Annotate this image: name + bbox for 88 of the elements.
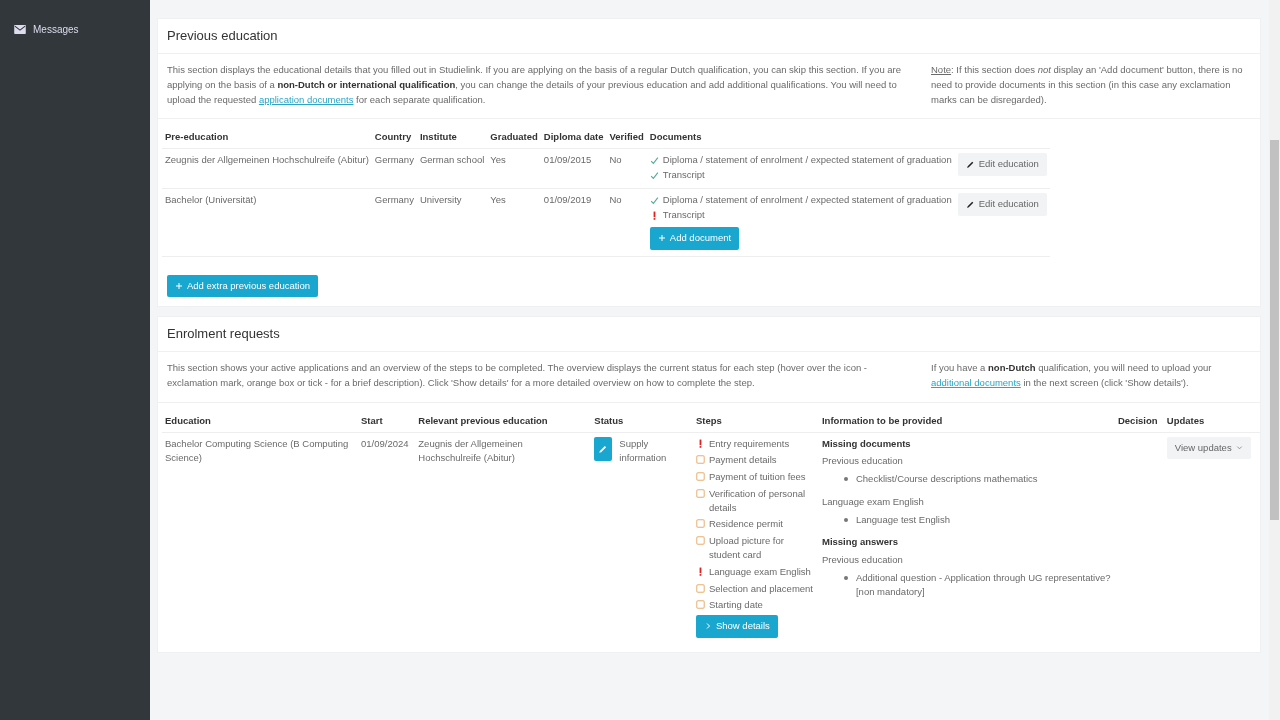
checkbox-icon bbox=[695, 583, 705, 593]
step-label: Starting date bbox=[708, 598, 763, 613]
step-label: Payment details bbox=[708, 453, 777, 468]
column-header: Information to be provided bbox=[818, 410, 1115, 433]
link[interactable]: application documents bbox=[258, 93, 354, 105]
step-label: Residence permit bbox=[708, 517, 783, 532]
column-header: Institute bbox=[416, 127, 488, 149]
link[interactable]: additional documents bbox=[931, 377, 1021, 389]
pencil-icon bbox=[598, 443, 609, 454]
table-cell: No bbox=[606, 188, 647, 257]
edit-button[interactable]: Edit education bbox=[957, 153, 1047, 176]
column-header: Decision bbox=[1114, 410, 1164, 433]
table-cell: German school bbox=[416, 148, 488, 189]
envelope-icon bbox=[14, 25, 26, 34]
step-label: Verification of personal details bbox=[708, 486, 807, 515]
scrollbar-thumb[interactable] bbox=[1270, 140, 1279, 520]
document-label: Transcript bbox=[662, 208, 705, 223]
check-icon bbox=[649, 196, 659, 206]
table-cell: Germany bbox=[371, 148, 417, 189]
column-header: Status bbox=[591, 410, 693, 433]
checkbox-icon bbox=[695, 519, 705, 529]
checkbox-icon bbox=[695, 455, 705, 465]
checkbox-icon bbox=[695, 536, 705, 546]
info-item: Checklist/Course descriptions mathematics bbox=[855, 472, 1038, 487]
info-item: Additional question - Application through UG representative? [non mandatory] bbox=[855, 570, 1112, 600]
info-item: Language test English bbox=[855, 512, 950, 527]
pencil-icon bbox=[965, 200, 975, 210]
column-header: Verified bbox=[606, 127, 647, 149]
column-header: Country bbox=[371, 127, 417, 149]
table-cell: No bbox=[606, 148, 647, 189]
table-cell: Bachelor (Universität) bbox=[162, 188, 372, 257]
table-cell: Yes bbox=[487, 188, 541, 257]
step-label: Entry requirements bbox=[708, 436, 790, 451]
add-document-button[interactable]: Add document bbox=[649, 226, 740, 250]
pencil-icon bbox=[965, 159, 975, 169]
edit-button[interactable]: Edit education bbox=[957, 193, 1047, 217]
column-header: Steps bbox=[692, 410, 819, 433]
step-label: Payment of tuition fees bbox=[708, 470, 806, 484]
bullet-icon bbox=[843, 575, 848, 580]
table-cell: Bachelor Computing Science (B Computing Science) bbox=[162, 432, 358, 644]
step-label: Selection and placement bbox=[708, 581, 813, 596]
document-label: Transcript bbox=[662, 167, 705, 182]
view-updates-button[interactable]: View updates bbox=[1166, 436, 1251, 460]
table-cell: Zeugnis der Allgemeinen Hochschulreife (Abitur) bbox=[162, 148, 372, 189]
sidebar-item[interactable]: Messages bbox=[0, 24, 150, 35]
note-text: If you have a non-Dutch qualification, you will need to upload your additional documents in the next screen (click 'Show details'). bbox=[931, 361, 1213, 391]
section-description: This section shows your active applications and an overview of the steps to be completed. The overview displays the current status for each step (hover over the icon - exclamation mark, orange box or tick - for a brief description). Click 'Show details' for a more detailed overview on how to complete the step. bbox=[167, 361, 869, 391]
column-header: Relevant previous education bbox=[415, 410, 592, 433]
status-text: Supply information bbox=[619, 436, 668, 466]
note-text: Note: If this section does not display an 'Add document' button, there is no need to provide documents in this section (in this case any exclamation marks can be disregarded). bbox=[931, 63, 1244, 107]
document-label: Diploma / statement of enrolment / expected statement of graduation bbox=[662, 193, 952, 208]
section-title: Previous education bbox=[158, 19, 1260, 55]
plus-icon bbox=[175, 281, 183, 290]
column-header: Start bbox=[358, 410, 416, 433]
scrollbar[interactable] bbox=[1269, 0, 1280, 720]
column-header: Documents bbox=[646, 127, 955, 149]
section-title: Enrolment requests bbox=[158, 317, 1260, 353]
show-details-button[interactable]: Show details bbox=[695, 615, 778, 638]
info-heading: Missing documents bbox=[821, 436, 912, 451]
checkbox-icon bbox=[695, 600, 705, 610]
column-header: Diploma date bbox=[540, 127, 607, 149]
step-label: Upload picture for student card bbox=[708, 534, 785, 562]
document-label: Diploma / statement of enrolment / expected statement of graduation bbox=[662, 153, 952, 167]
checkbox-icon bbox=[695, 488, 705, 498]
table-cell: Germany bbox=[371, 188, 417, 257]
bullet-icon bbox=[843, 517, 848, 522]
table-cell: 01/09/2015 bbox=[540, 148, 607, 189]
add-education-button[interactable]: Add extra previous education bbox=[167, 274, 319, 298]
table-cell: 01/09/2024 bbox=[358, 432, 416, 644]
plus-icon bbox=[657, 234, 666, 243]
column-header: Education bbox=[162, 410, 358, 433]
step-label: Language exam English bbox=[708, 564, 811, 579]
info-group-title: Previous education bbox=[821, 552, 904, 567]
table-cell: University bbox=[416, 188, 488, 257]
bullet-icon bbox=[843, 477, 848, 482]
info-heading: Missing answers bbox=[821, 535, 899, 550]
caret-icon bbox=[1235, 444, 1243, 452]
info-group-title: Language exam English bbox=[821, 494, 925, 509]
checkbox-icon bbox=[695, 472, 705, 482]
table-cell: Yes bbox=[487, 148, 541, 189]
section-description: This section displays the educational details that you filled out in Studielink. If you are applying on the basis of a regular Dutch qualification, you can skip this section. If you are applying on the basis of a non-Dutch or international qualification, you can change the details of your previous education and add additional qualifications. You will need to upload the requested application documents for each separate qualification. bbox=[167, 63, 903, 107]
table-cell: 01/09/2019 bbox=[540, 188, 607, 257]
column-header: Graduated bbox=[487, 127, 541, 149]
column-header: Updates bbox=[1163, 410, 1260, 433]
table-cell: Zeugnis der Allgemeinen Hochschulreife (Abitur) bbox=[415, 432, 592, 644]
info-group-title: Previous education bbox=[821, 454, 904, 469]
edit-button[interactable] bbox=[594, 436, 613, 461]
column-header: Pre-education bbox=[162, 127, 372, 149]
